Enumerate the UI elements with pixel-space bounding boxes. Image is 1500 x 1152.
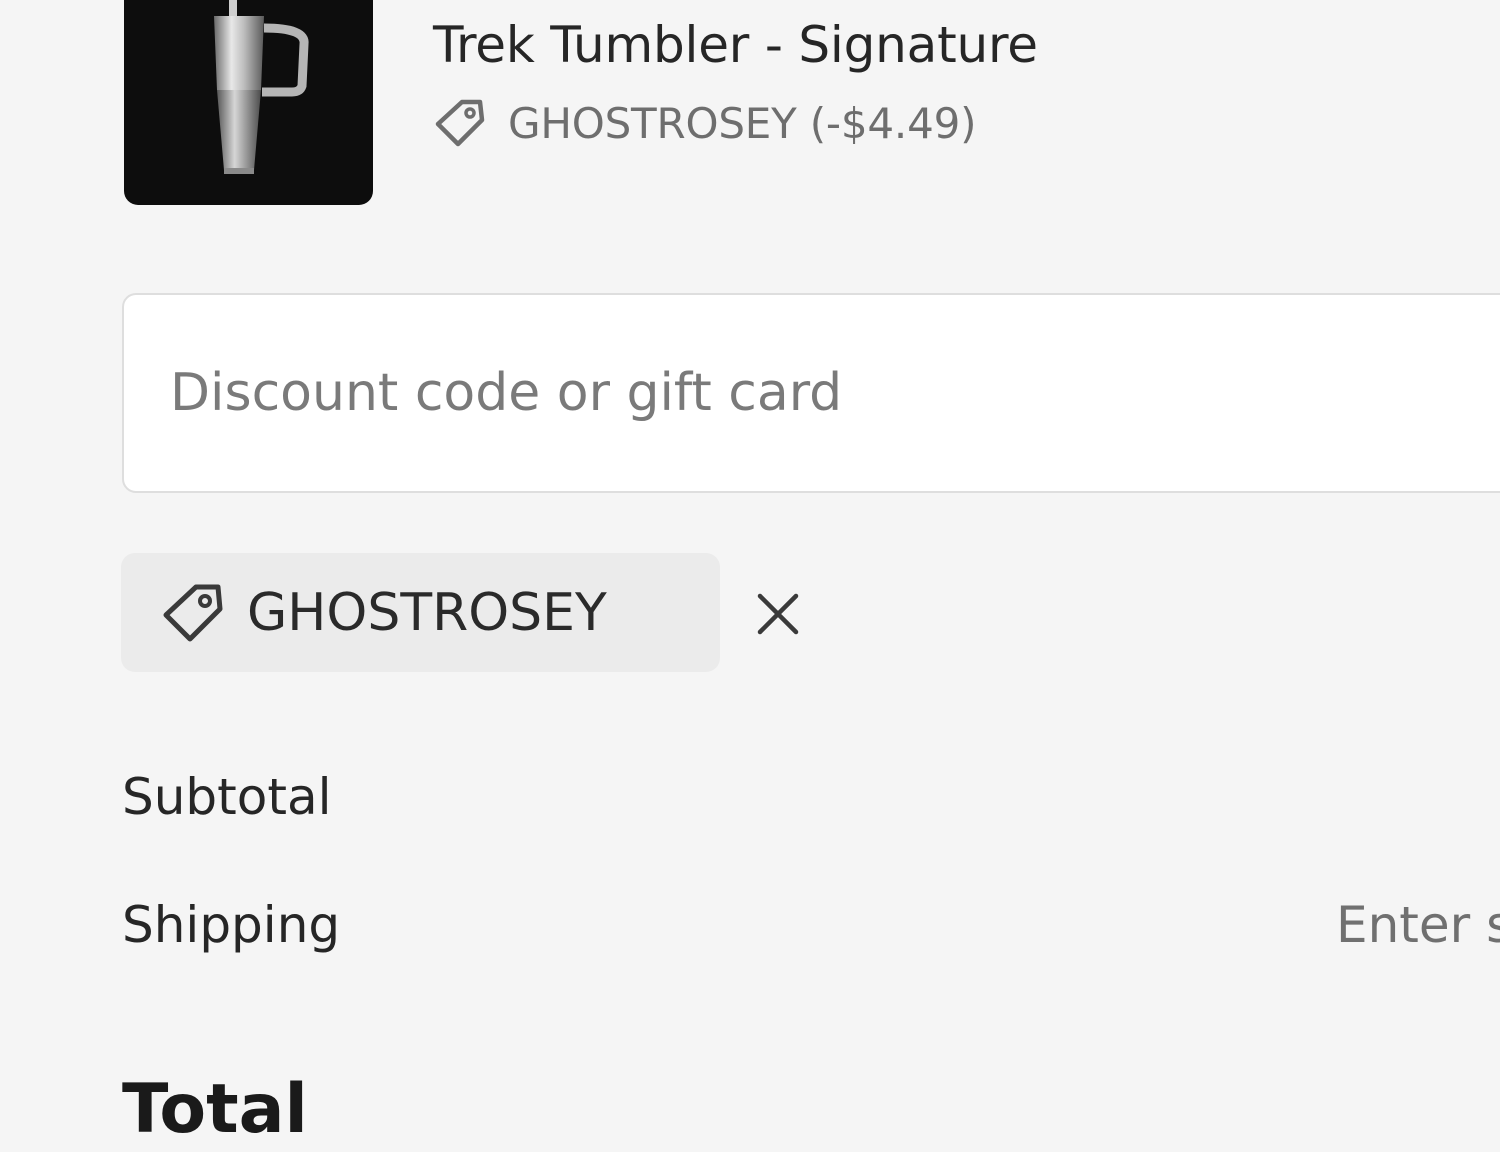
discount-code-input[interactable]	[122, 293, 1500, 493]
subtotal-label: Subtotal	[122, 768, 332, 826]
product-discount-line: GHOSTROSEY (-$4.49)	[434, 92, 977, 154]
applied-discount-chip: GHOSTROSEY	[121, 553, 799, 672]
total-label: Total	[122, 1070, 308, 1149]
remove-discount-button[interactable]	[751, 587, 805, 641]
applied-discount-code: GHOSTROSEY	[247, 582, 607, 643]
shipping-label: Shipping	[122, 896, 341, 954]
tag-icon	[161, 583, 227, 643]
close-icon	[757, 593, 799, 635]
product-title: Trek Tumbler - Signature	[433, 16, 1038, 74]
checkout-order-summary: Trek Tumbler - Signature GHOSTROSEY (-$4…	[0, 0, 1500, 1152]
tag-icon	[434, 98, 488, 148]
shipping-value: Enter s	[1336, 896, 1500, 954]
product-image	[124, 0, 373, 205]
tumbler-image	[214, 0, 309, 174]
product-discount-text: GHOSTROSEY (-$4.49)	[508, 98, 977, 148]
